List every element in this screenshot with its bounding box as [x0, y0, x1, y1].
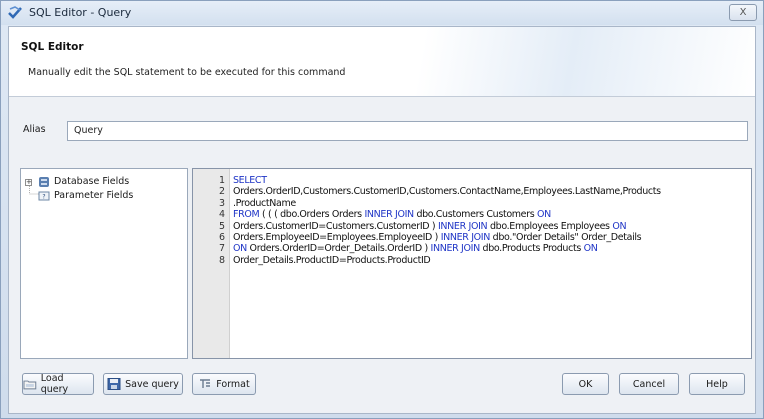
header-description: Manually edit the SQL statement to be ex… [28, 67, 346, 78]
line-number: 1 [218, 175, 225, 186]
help-label: Help [706, 378, 728, 390]
code-line: Orders.OrderID,Customers.CustomerID,Cust… [233, 186, 661, 197]
sql-text: Orders.OrderID=Order_Details.OrderID ) [246, 243, 431, 255]
sql-text: dbo.Employees Employees [487, 220, 613, 232]
tree-item-label: Database Fields [54, 176, 130, 187]
sql-editor-dialog: SQL Editor - Query X SQL Editor Manually… [0, 0, 764, 419]
load-query-label: Load query [40, 373, 69, 395]
sql-text: .ProductName [233, 197, 296, 209]
sql-keyword: INNER JOIN [440, 232, 491, 243]
code-line: .ProductName [233, 198, 296, 209]
line-number-gutter: 12345678 [193, 169, 230, 358]
sql-keyword: FROM [233, 209, 260, 221]
cancel-button[interactable]: Cancel [619, 373, 679, 395]
code-line: Orders.EmployeeID=Employees.EmployeeID )… [233, 232, 642, 243]
ok-label: OK [578, 378, 593, 390]
line-number: 2 [218, 186, 225, 198]
database-icon [39, 177, 49, 187]
sql-keyword: ON [233, 243, 247, 255]
expand-icon[interactable]: + [25, 179, 32, 186]
sql-text: dbo."Order Details" Order_Details [490, 232, 642, 243]
line-number: 7 [218, 243, 225, 255]
sql-keyword: SELECT [233, 175, 267, 186]
sql-text: ( ( ( dbo.Orders Orders [259, 209, 365, 221]
tree-item-parameter-fields[interactable]: ? Parameter Fields [21, 189, 181, 203]
format-button[interactable]: Format [192, 373, 256, 395]
code-line: Order_Details.ProductID=Products.Product… [233, 254, 431, 266]
sql-keyword: INNER JOIN [437, 220, 488, 232]
code-line: FROM ( ( ( dbo.Orders Orders INNER JOIN … [233, 209, 551, 220]
line-number: 8 [218, 254, 225, 266]
line-number: 5 [218, 220, 225, 232]
format-label: Format [216, 378, 250, 390]
alias-label: Alias [23, 124, 46, 135]
save-query-label: Save query [125, 378, 179, 390]
format-icon [200, 379, 211, 388]
sql-text: dbo.Customers Customers [413, 209, 538, 221]
sql-code-editor[interactable]: 12345678 SELECT Orders.OrderID,Customers.… [192, 168, 752, 359]
line-number: 4 [218, 209, 225, 221]
folder-icon [23, 380, 37, 390]
sql-editor-icon [8, 6, 22, 19]
header-title: SQL Editor [21, 41, 84, 53]
floppy-icon [107, 378, 121, 390]
sql-text: Orders.CustomerID=Customers.CustomerID ) [233, 220, 438, 232]
line-number: 6 [218, 232, 225, 243]
sql-keyword: INNER JOIN [430, 243, 481, 255]
line-number: 3 [218, 197, 225, 209]
sql-keyword: INNER JOIN [364, 209, 414, 221]
alias-input[interactable]: Query [67, 121, 748, 141]
sql-text: Order_Details.ProductID=Products.Product… [233, 254, 431, 266]
close-button[interactable]: X [729, 4, 757, 21]
code-line: SELECT [233, 175, 267, 186]
cancel-label: Cancel [632, 378, 666, 390]
tree-item-label: Parameter Fields [54, 190, 134, 201]
save-query-button[interactable]: Save query [103, 373, 183, 395]
parameter-icon: ? [38, 191, 50, 201]
code-line: Orders.CustomerID=Customers.CustomerID )… [233, 220, 627, 232]
sql-keyword: ON [537, 209, 551, 221]
svg-text:?: ? [42, 194, 45, 201]
tree-item-database-fields[interactable]: + Database Fields [21, 175, 181, 189]
load-query-button[interactable]: Load query [22, 373, 94, 395]
sql-text: Orders.EmployeeID=Employees.EmployeeID ) [233, 232, 441, 243]
help-button[interactable]: Help [689, 373, 745, 395]
ok-button[interactable]: OK [562, 373, 609, 395]
sql-text: dbo.Products Products [479, 243, 584, 255]
sql-text: Orders.OrderID,Customers.CustomerID,Cust… [233, 186, 661, 198]
title-bar: SQL Editor - Query X [1, 1, 763, 25]
field-tree: + Database Fields ? Parameter Fields [20, 168, 188, 359]
header-banner: SQL Editor Manually edit the SQL stateme… [9, 27, 755, 97]
sql-keyword: ON [612, 220, 627, 232]
window-title: SQL Editor - Query [29, 6, 132, 19]
code-line: ON Orders.OrderID=Order_Details.OrderID … [233, 243, 598, 254]
dialog-body: SQL Editor Manually edit the SQL stateme… [8, 26, 756, 414]
sql-keyword: ON [583, 243, 598, 255]
